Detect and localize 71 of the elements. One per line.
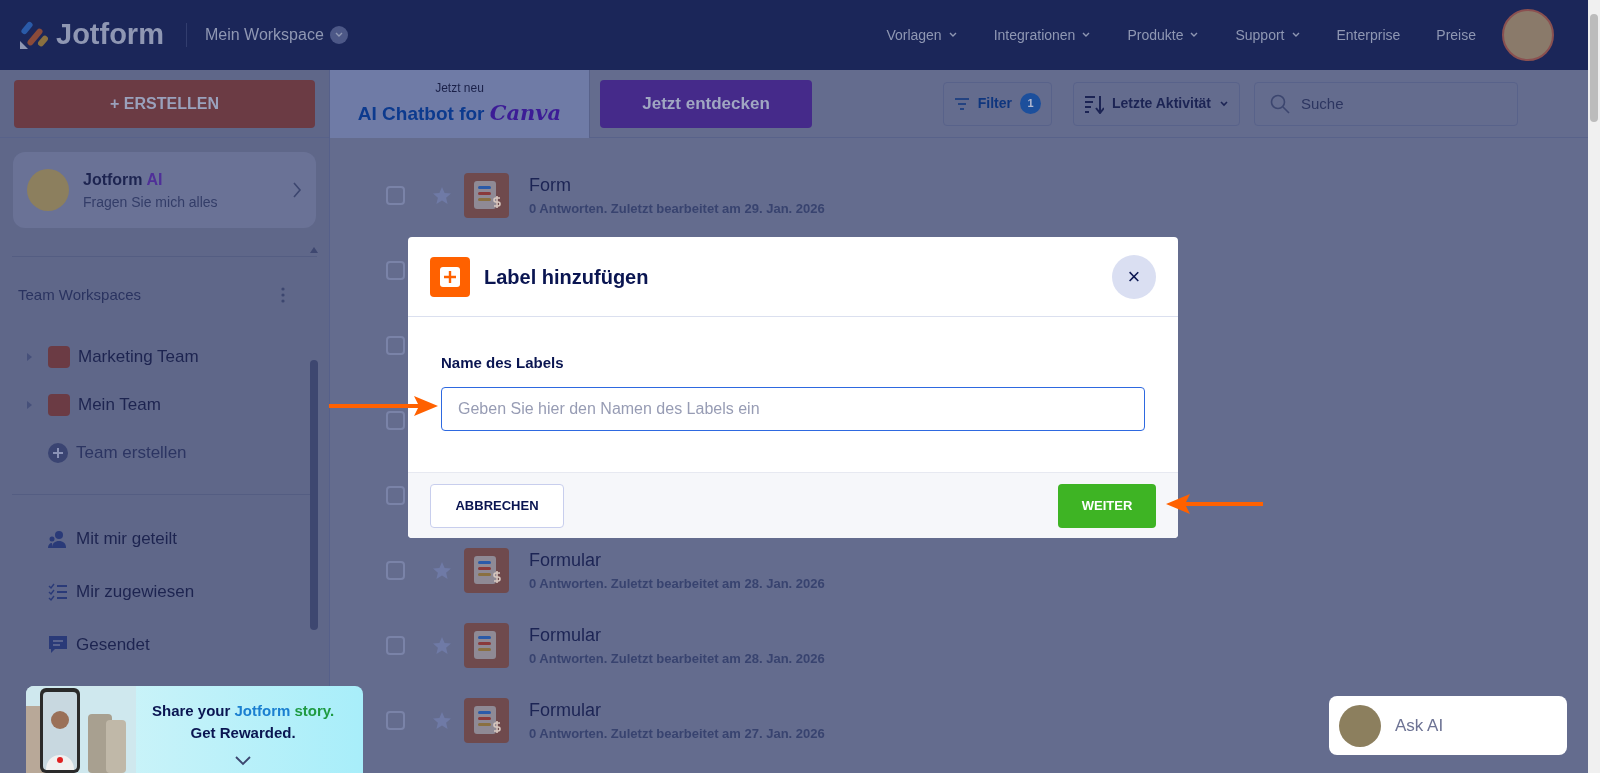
field-label: Name des Labels <box>441 353 564 373</box>
input-field[interactable]: Geben Sie hier den Namen des Labels ein <box>441 386 1145 431</box>
form-title[interactable]: Formular <box>529 697 825 725</box>
form-title[interactable]: Formular <box>529 547 825 575</box>
star-icon[interactable] <box>432 711 452 730</box>
search-field[interactable]: Suche <box>1254 81 1518 126</box>
discover-button[interactable]: Jetzt entdecken <box>600 79 812 128</box>
scroll-up-icon[interactable] <box>310 247 318 253</box>
checkbox[interactable] <box>386 411 405 430</box>
nav-link[interactable]: Produkte <box>1127 24 1200 46</box>
team-item[interactable]: Mein Team <box>0 381 329 429</box>
chevron-right-icon <box>292 181 302 199</box>
promo-banner[interactable]: Jetzt neu AI Chatbot for Canva <box>330 69 590 138</box>
close-button[interactable]: × <box>1112 254 1156 299</box>
search-icon <box>1270 93 1290 114</box>
star-icon[interactable] <box>432 561 452 580</box>
expand-caret-icon[interactable] <box>26 353 32 361</box>
expand-caret-icon[interactable] <box>26 401 32 409</box>
team-icon <box>48 346 70 368</box>
sort-icon <box>1083 93 1104 114</box>
sidebar-item[interactable]: Mir zugewiesen <box>0 565 329 618</box>
nav-link[interactable]: Integrationen <box>993 24 1092 46</box>
logo-icon[interactable] <box>18 19 48 51</box>
page-scrollbar[interactable] <box>1588 0 1600 773</box>
nav-link[interactable]: Support <box>1235 24 1301 46</box>
checkbox[interactable] <box>386 336 405 355</box>
assistant-title: Jotform AI <box>83 169 164 190</box>
ask-ai-button[interactable]: Ask AI <box>1329 696 1567 755</box>
people-icon <box>48 528 68 549</box>
cancel-button[interactable]: ABBRECHEN <box>430 483 564 528</box>
nav-link[interactable]: Vorlagen <box>886 24 958 46</box>
promo-kicker: Jetzt neu <box>435 79 484 97</box>
checkbox[interactable] <box>386 561 405 580</box>
filter-icon <box>953 97 970 110</box>
workspace-switcher[interactable]: Mein Workspace <box>204 23 324 47</box>
brand-name[interactable]: Jotform <box>56 13 164 57</box>
dialog-title: Label hinzufügen <box>484 264 649 290</box>
star-icon[interactable] <box>432 636 452 655</box>
team-item[interactable]: Marketing Team <box>0 333 329 381</box>
assistant-avatar <box>27 169 69 211</box>
checkbox[interactable] <box>386 261 405 280</box>
promo-card[interactable]: Share your Jotform story. Get Rewarded. <box>26 686 363 773</box>
checkbox[interactable] <box>386 486 405 505</box>
avatar[interactable] <box>1502 9 1554 61</box>
more-options-icon[interactable] <box>281 287 285 303</box>
assistant-avatar <box>1339 704 1381 747</box>
checkbox[interactable] <box>386 636 405 655</box>
form-title[interactable]: Form <box>529 172 825 200</box>
nav-link[interactable]: Preise <box>1436 24 1476 46</box>
checklist-icon <box>48 581 68 602</box>
scrollbar-thumb[interactable] <box>310 360 318 630</box>
plus-icon[interactable] <box>48 443 68 463</box>
add-label-icon <box>430 256 470 297</box>
message-icon <box>48 634 68 655</box>
caret-icon <box>1219 98 1229 109</box>
sidebar-item[interactable]: Gesendet <box>0 618 329 671</box>
form-title[interactable]: Formular <box>529 622 825 650</box>
create-button[interactable]: + ERSTELLEN <box>14 79 315 128</box>
nav-link[interactable]: Enterprise <box>1336 24 1401 46</box>
promo-text: Share your Jotform story. Get Rewarded. <box>152 701 335 743</box>
chevron-down-icon[interactable] <box>235 756 251 766</box>
caret-icon[interactable] <box>329 26 348 44</box>
sort-dropdown[interactable]: Letzte Aktivität <box>1072 81 1240 126</box>
checkbox[interactable] <box>386 186 405 205</box>
continue-button[interactable]: WEITER <box>1058 483 1156 528</box>
team-icon <box>48 394 70 416</box>
sidebar-item[interactable]: Mit mir geteilt <box>0 512 329 565</box>
checkbox[interactable] <box>386 711 405 730</box>
filter-button[interactable]: Filter 1 <box>942 81 1052 126</box>
promo-title: AI Chatbot for Canva <box>357 98 562 127</box>
star-icon[interactable] <box>432 186 452 205</box>
